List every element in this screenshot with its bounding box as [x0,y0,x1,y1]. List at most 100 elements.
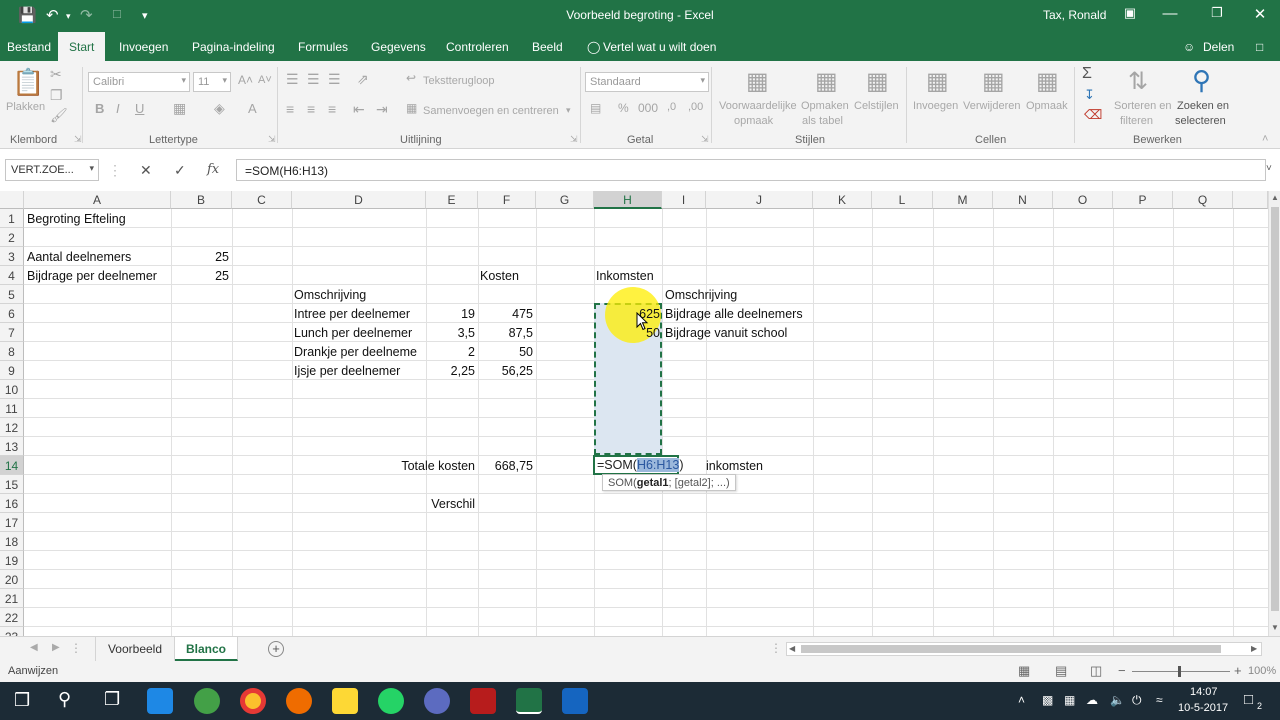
tab-beeld[interactable]: Beeld [532,40,563,54]
close-icon[interactable]: ✕ [1245,5,1275,23]
column-header-a[interactable]: A [24,191,171,209]
clock-time[interactable]: 14:07 [1190,686,1218,698]
zoom-level[interactable]: 100% [1248,665,1276,677]
collapse-ribbon-icon[interactable]: ˄ [1262,133,1268,145]
increase-indent-icon[interactable]: ⇥ [376,101,388,118]
conditional-format-label-2[interactable]: opmaak [734,115,773,127]
normal-view-icon[interactable]: ▦ [1018,663,1030,679]
scroll-sheets-left-icon[interactable]: ◀ [30,642,38,653]
tab-pagina-indeling[interactable]: Pagina-indeling [192,40,275,54]
row-header-14[interactable]: 14 [0,456,24,475]
row-header-21[interactable]: 21 [0,589,24,608]
font-color-icon[interactable]: A [248,101,257,116]
delete-cells-button[interactable]: Verwijderen [963,100,1020,112]
clipboard-launcher-icon[interactable]: ⇲ [74,134,82,145]
app-screen-icon[interactable] [562,688,588,714]
select-all-corner[interactable] [0,191,24,209]
chrome-icon[interactable] [240,688,266,714]
column-header-e[interactable]: E [426,191,478,209]
whatsapp-icon[interactable] [378,688,404,714]
autosum-icon[interactable]: Σ [1082,65,1092,83]
column-header-q[interactable]: Q [1173,191,1233,209]
increase-decimal-icon[interactable]: ,0 [667,101,676,113]
cell-i6[interactable]: Bijdrage alle deelnemers [665,305,803,324]
decrease-indent-icon[interactable]: ⇤ [353,101,365,118]
row-header-1[interactable]: 1 [0,209,24,228]
vertical-scroll-thumb[interactable] [1271,207,1279,611]
column-header-i[interactable]: I [662,191,706,209]
borders-icon[interactable]: ▦ [173,100,186,117]
vertical-scrollbar[interactable]: ▲ ▼ [1268,191,1280,636]
cell-h7[interactable]: 50 [594,324,660,343]
globe-app-icon[interactable] [194,688,220,714]
share-button[interactable]: Delen [1203,40,1234,54]
cell-e6[interactable]: 19 [426,305,475,324]
cell-f7[interactable]: 87,5 [478,324,533,343]
zoom-in-icon[interactable]: + [1234,663,1242,678]
cell-f6[interactable]: 475 [478,305,533,324]
horizontal-scrollbar[interactable]: ◀ ▶ [786,642,1262,656]
cell-d5[interactable]: Omschrijving [294,286,366,305]
format-cells-icon[interactable]: ▦ [1036,67,1059,96]
cell-f8[interactable]: 50 [478,343,533,362]
column-header-d[interactable]: D [292,191,426,209]
insert-cells-button[interactable]: Invoegen [913,100,958,112]
shrink-font-icon[interactable]: A˅ [258,74,272,86]
column-header-g[interactable]: G [536,191,594,209]
alignment-launcher-icon[interactable]: ⇲ [570,134,578,145]
row-header-23[interactable]: 23 [0,627,24,636]
wrap-text-button[interactable]: Tekstterugloop [423,75,495,87]
wifi-icon[interactable]: ≈ [1156,693,1163,707]
tray-app-icon[interactable]: ▩ [1042,693,1053,707]
column-header-c[interactable]: C [232,191,292,209]
align-center-icon[interactable]: ≡ [307,101,315,117]
format-as-table-label-2[interactable]: als tabel [802,115,843,127]
row-header-4[interactable]: 4 [0,266,24,285]
user-name[interactable]: Tax, Ronald [1043,8,1106,22]
tray-network-app-icon[interactable]: ▦ [1064,693,1075,707]
column-header-p[interactable]: P [1113,191,1173,209]
volume-icon[interactable]: 🔈 [1110,693,1125,707]
fill-color-icon[interactable]: ◈ [214,100,225,117]
hscroll-split-dots[interactable]: ⋮ [770,641,782,655]
insert-cells-icon[interactable]: ▦ [926,67,949,96]
power-icon[interactable]: ⏻ [1132,693,1142,708]
format-cells-button[interactable]: Opmaak [1026,100,1068,112]
wrap-text-icon[interactable]: ↩ [406,71,416,85]
row-header-20[interactable]: 20 [0,570,24,589]
column-header-m[interactable]: M [933,191,993,209]
font-launcher-icon[interactable]: ⇲ [268,134,276,145]
active-cell-h14[interactable]: =SOM(H6:H13) [593,455,684,475]
merge-icon[interactable]: ▦ [406,101,417,115]
orientation-icon[interactable]: ⇗ [357,71,369,88]
column-header-j[interactable]: J [706,191,813,209]
row-header-12[interactable]: 12 [0,418,24,437]
tab-formules[interactable]: Formules [298,40,348,54]
align-left-icon[interactable]: ≡ [286,101,294,117]
excel-taskbar-icon[interactable] [516,688,542,714]
cell-d6[interactable]: Intree per deelnemer [294,305,410,324]
minimize-icon[interactable]: — [1155,5,1185,22]
row-header-6[interactable]: 6 [0,304,24,323]
notifications-icon[interactable]: □ [1244,691,1253,708]
format-as-table-button[interactable]: Opmaken [801,100,849,112]
conditional-format-icon[interactable]: ▦ [746,67,769,96]
row-header-8[interactable]: 8 [0,342,24,361]
filezilla-icon[interactable] [470,688,496,714]
cell-styles-icon[interactable]: ▦ [866,67,889,96]
clock-date[interactable]: 10-5-2017 [1178,702,1228,714]
sheet-overflow-dots[interactable]: ⋮ [70,641,82,655]
cell-h4[interactable]: Inkomsten [596,267,654,286]
scroll-up-icon[interactable]: ▲ [1271,193,1279,202]
cell-styles-button[interactable]: Celstijlen [854,100,899,112]
column-header-h[interactable]: H [594,191,662,209]
tab-invoegen[interactable]: Invoegen [119,40,168,54]
row-header-11[interactable]: 11 [0,399,24,418]
grow-font-icon[interactable]: A˄ [238,73,253,87]
row-header-18[interactable]: 18 [0,532,24,551]
align-middle-icon[interactable]: ☰ [307,71,320,88]
scroll-right-icon[interactable]: ▶ [1251,644,1257,653]
row-header-16[interactable]: 16 [0,494,24,513]
format-painter-icon[interactable]: 🖌 [50,107,68,124]
cell-i7[interactable]: Bijdrage vanuit school [665,324,787,343]
